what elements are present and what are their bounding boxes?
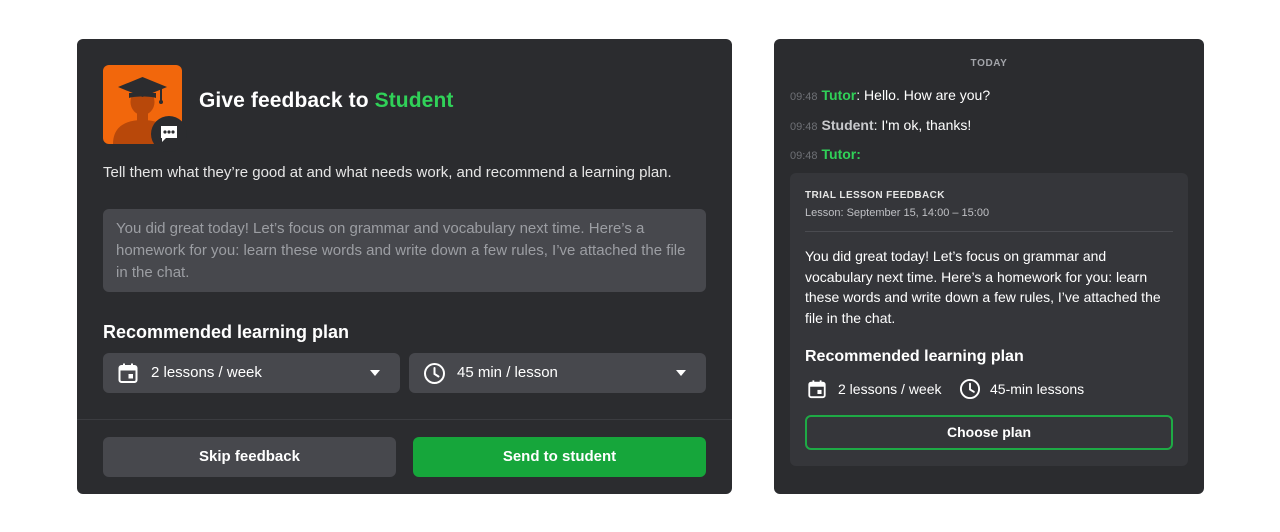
dialog-title: Give feedback to Student [199, 89, 453, 113]
feedback-text: You did great today! Let’s focus on gram… [805, 248, 1161, 326]
calendar-icon [118, 363, 138, 383]
chat-bubble-icon [161, 126, 177, 142]
footer-divider [77, 419, 732, 420]
feedback-card-label: TRIAL LESSON FEEDBACK [805, 190, 945, 201]
clock-icon [959, 378, 981, 400]
chat-panel: TODAY 09:48 Tutor: Hello. How are you? 09… [774, 39, 1204, 494]
dialog-subtitle: Tell them what they’re good at and what … [103, 164, 672, 181]
feedback-dialog: Give feedback to Student Tell them what … [77, 39, 732, 494]
plan-heading: Recommended learning plan [103, 322, 350, 342]
feedback-textarea[interactable]: You did great today! Let’s focus on gram… [103, 209, 706, 292]
message-sender: Tutor [821, 146, 857, 162]
lesson-duration-value: 45 min / lesson [457, 364, 558, 381]
send-to-student-button[interactable]: Send to student [413, 437, 706, 477]
message-sender: Tutor [821, 87, 857, 103]
lesson-duration-select[interactable]: 45 min / lesson [409, 353, 706, 393]
title-prefix: Give feedback to [199, 89, 375, 112]
card-divider [805, 231, 1173, 232]
choose-plan-button[interactable]: Choose plan [805, 415, 1173, 450]
sender-colon: : [856, 146, 861, 162]
message-time: 09:48 [790, 150, 818, 162]
chat-message: 09:48 Student: I'm ok, thanks! [790, 117, 971, 133]
lessons-per-week-value: 2 lessons / week [151, 364, 262, 381]
date-separator: TODAY [970, 58, 1008, 69]
chat-message: 09:48 Tutor: Hello. How are you? [790, 87, 990, 103]
clock-icon [424, 363, 445, 384]
chevron-down-icon [676, 370, 686, 376]
skip-feedback-button[interactable]: Skip feedback [103, 437, 396, 477]
message-text: I'm ok, thanks! [877, 117, 972, 133]
trial-feedback-card: TRIAL LESSON FEEDBACK Lesson: September … [790, 173, 1188, 466]
lessons-per-week-select[interactable]: 2 lessons / week [103, 353, 400, 393]
chat-badge [151, 116, 187, 152]
message-text: Hello. How are you? [860, 87, 991, 103]
message-sender: Student [821, 117, 874, 133]
plan-heading: Recommended learning plan [805, 348, 1024, 365]
message-time: 09:48 [790, 91, 818, 103]
chat-message: 09:48 Tutor: [790, 146, 861, 162]
lesson-datetime: Lesson: September 15, 14:00 – 15:00 [805, 207, 990, 219]
student-name: Student [374, 89, 454, 112]
plan-frequency-text: 2 lessons / week [838, 381, 942, 397]
message-time: 09:48 [790, 121, 818, 133]
chevron-down-icon [370, 370, 380, 376]
calendar-icon [808, 380, 826, 399]
plan-duration-text: 45-min lessons [990, 381, 1085, 397]
